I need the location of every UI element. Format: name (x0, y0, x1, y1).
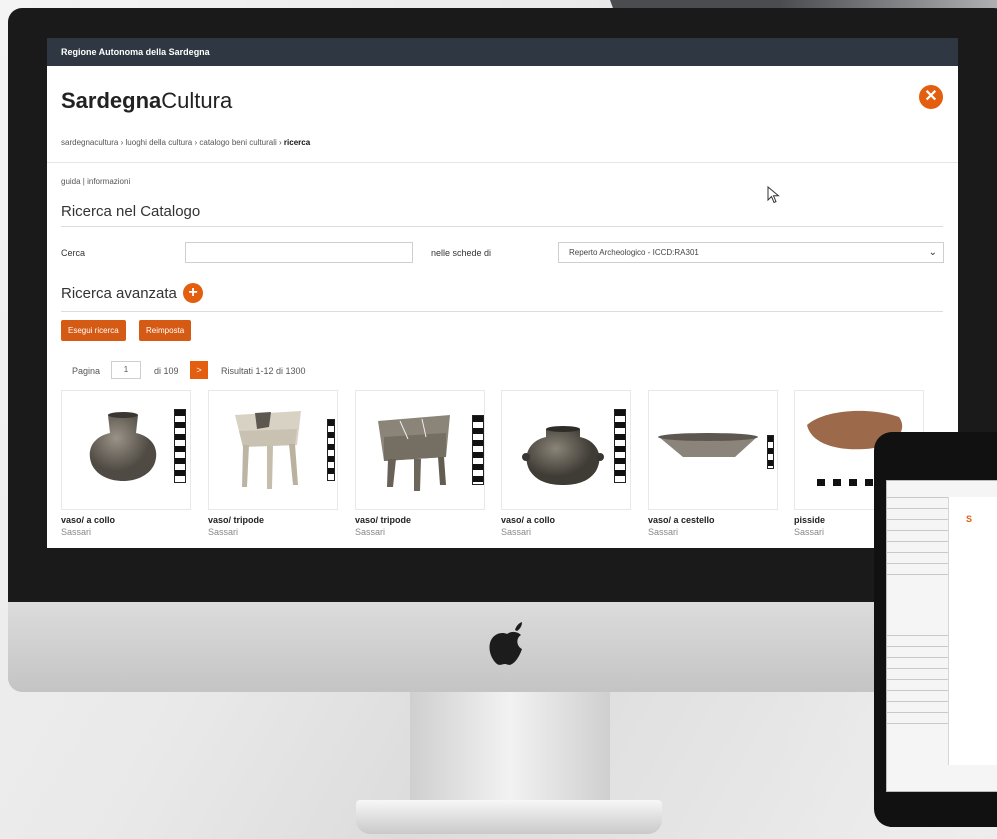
result-thumbnail[interactable] (61, 390, 191, 510)
close-icon[interactable]: ✕ (919, 85, 943, 109)
breadcrumb-item[interactable]: catalogo beni culturali (199, 138, 276, 147)
result-place: Sassari (648, 527, 679, 537)
divider (47, 162, 958, 163)
result-card[interactable]: vaso/ tripode Sassari (208, 390, 338, 537)
result-card[interactable]: vaso/ a collo Sassari (501, 390, 631, 537)
scale-ruler (174, 409, 186, 483)
logo-part-light: Cultura (161, 88, 233, 113)
page-input[interactable]: 1 (111, 361, 141, 379)
schede-label: nelle schede di (431, 248, 492, 258)
scale-ruler (614, 409, 626, 483)
logo-part-bold: Sardegna (61, 88, 162, 113)
schede-select[interactable]: Reperto Archeologico - ICCD:RA301 ⌄ (558, 242, 944, 263)
site-logo[interactable]: SardegnaCultura (61, 88, 232, 114)
breadcrumb-item[interactable]: sardegnacultura (61, 138, 118, 147)
result-thumbnail[interactable] (501, 390, 631, 510)
search-button[interactable]: Esegui ricerca (61, 320, 126, 341)
results-count: Risultati 1-12 di 1300 (221, 366, 306, 376)
vessel-image (89, 412, 157, 481)
breadcrumb: sardegnacultura › luoghi della cultura ›… (61, 138, 310, 147)
breadcrumb-current: ricerca (283, 138, 311, 147)
breadcrumb-separator: › (120, 138, 124, 147)
scale-ruler (767, 435, 774, 469)
result-card[interactable]: vaso/ tripode Sassari (355, 390, 485, 537)
breadcrumb-separator: › (194, 138, 198, 147)
search-title: Ricerca nel Catalogo (61, 203, 201, 220)
next-page-button[interactable]: > (190, 361, 208, 379)
apple-logo-icon (485, 620, 529, 670)
result-title[interactable]: vaso/ tripode (355, 515, 485, 525)
result-title[interactable]: vaso/ tripode (208, 515, 338, 525)
page-total: di 109 (154, 366, 179, 376)
divider (61, 311, 943, 312)
result-title[interactable]: vaso/ a cestello (648, 515, 778, 525)
tablet-logo: S (966, 514, 973, 524)
cursor-icon (767, 186, 780, 204)
breadcrumb-separator: › (279, 138, 282, 147)
search-label: Cerca (61, 248, 86, 258)
vessel-image (235, 411, 301, 489)
result-card[interactable]: vaso/ a cestello Sassari (648, 390, 778, 537)
tablet-panel (948, 497, 997, 765)
result-thumbnail[interactable] (208, 390, 338, 510)
scale-ruler (472, 415, 484, 485)
scale-ruler (327, 419, 335, 481)
breadcrumb-item[interactable]: luoghi della cultura (126, 138, 193, 147)
search-input[interactable] (185, 242, 413, 263)
chevron-down-icon: ⌄ (928, 247, 937, 258)
result-thumbnail[interactable] (355, 390, 485, 510)
vessel-image (658, 433, 758, 457)
screen: Regione Autonoma della Sardegna Sardegna… (47, 38, 958, 548)
divider (61, 226, 943, 227)
page-label: Pagina (72, 366, 101, 376)
tablet-table (886, 487, 948, 724)
result-place: Sassari (208, 527, 239, 537)
result-title[interactable]: vaso/ a collo (61, 515, 191, 525)
imac-stand (410, 692, 610, 807)
imac-stand-base (356, 800, 662, 834)
region-bar: Regione Autonoma della Sardegna (47, 38, 958, 66)
reset-button[interactable]: Reimposta (139, 320, 192, 341)
advanced-search-title: Ricerca avanzata (61, 285, 177, 302)
vessel-image (522, 426, 604, 485)
result-place: Sassari (501, 527, 532, 537)
guide-link[interactable]: guida | informazioni (61, 177, 130, 186)
result-title[interactable]: vaso/ a collo (501, 515, 631, 525)
result-place: Sassari (61, 527, 92, 537)
vessel-image (378, 415, 450, 491)
result-card[interactable]: vaso/ a collo Sassari (61, 390, 191, 537)
schede-select-value: Reperto Archeologico - ICCD:RA301 (569, 248, 699, 257)
result-place: Sassari (355, 527, 386, 537)
plus-icon[interactable]: + (183, 283, 203, 303)
result-thumbnail[interactable] (648, 390, 778, 510)
